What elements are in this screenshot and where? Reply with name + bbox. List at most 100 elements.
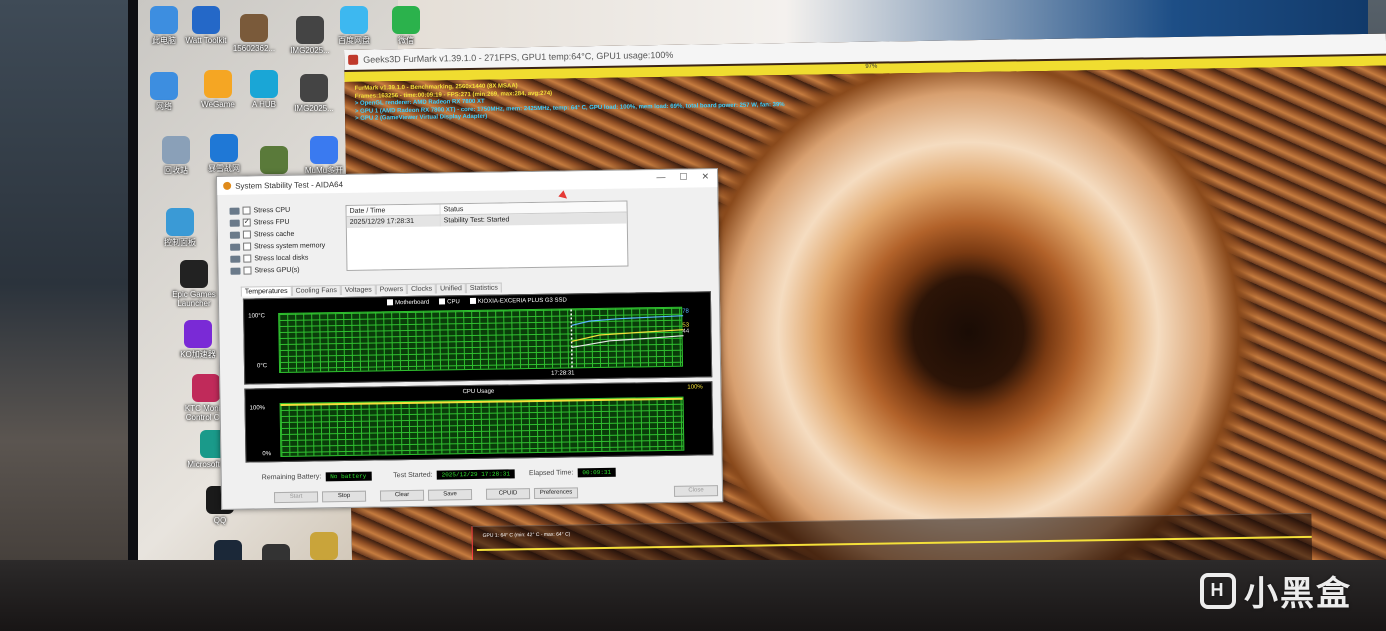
hardware-icon — [229, 207, 240, 215]
app-icon — [150, 72, 178, 100]
desktop-icon-label: 微信 — [398, 36, 414, 45]
app-icon — [392, 6, 420, 34]
app-icon — [192, 374, 220, 402]
app-icon — [250, 70, 278, 98]
stop-button[interactable]: Stop — [321, 490, 367, 503]
test-started-label: Test Started: — [393, 471, 433, 479]
temp-axis-top: 100°C — [248, 313, 266, 320]
preferences-button[interactable]: Preferences — [533, 487, 579, 500]
app-icon — [310, 136, 338, 164]
tab-voltages[interactable]: Voltages — [340, 284, 376, 296]
app-icon — [300, 74, 328, 102]
checkbox-icon[interactable] — [243, 266, 252, 275]
legend-motherboard[interactable]: Motherboard — [387, 299, 429, 307]
xiaoheihe-watermark: H 小黑盒 — [1200, 566, 1352, 615]
app-icon — [240, 14, 268, 42]
cpu-axis-top: 100% — [249, 405, 266, 412]
elapsed-time-value: 00:09:31 — [577, 467, 617, 477]
log-cell-datetime: 2025/12/29 17:28:31 — [346, 215, 441, 228]
start-button[interactable]: Start — [273, 491, 319, 504]
tab-clocks[interactable]: Clocks — [406, 283, 437, 295]
hardware-icon — [229, 219, 240, 227]
tab-powers[interactable]: Powers — [375, 284, 408, 295]
checkbox-icon[interactable] — [242, 206, 251, 215]
desktop-icon-label: QQ — [213, 516, 227, 525]
desktop-icon[interactable]: 网络 — [136, 72, 192, 111]
desktop-icon[interactable]: 控制面板 — [152, 208, 208, 247]
hardware-icon — [230, 267, 241, 275]
app-icon — [204, 70, 232, 98]
desktop-icon-label: 15602362... — [232, 44, 276, 53]
status-strip: Remaining Battery: No battery Test Start… — [262, 463, 722, 484]
app-icon — [180, 260, 208, 288]
app-icon — [184, 320, 212, 348]
checkbox-icon[interactable] — [243, 242, 252, 251]
desktop-icon-label: Epic Games Launcher — [172, 290, 216, 308]
log-header-datetime: Date / Time — [346, 204, 441, 216]
legend-ssd[interactable]: KIOXIA-EXCERIA PLUS G3 SSD — [469, 297, 567, 306]
cpuid-button[interactable]: CPUID — [485, 488, 531, 500]
checkbox-icon[interactable] — [243, 254, 252, 263]
stress-option-label: Stress CPU — [253, 206, 291, 214]
cpu-axis-bottom: 0% — [262, 451, 272, 458]
app-icon — [340, 6, 368, 34]
app-icon — [210, 134, 238, 162]
checkbox-icon — [469, 297, 476, 305]
desktop-icon-label: IMG2025... — [290, 46, 330, 55]
checkbox-icon[interactable]: ✓ — [242, 218, 251, 227]
checkbox-icon — [439, 298, 446, 305]
desktop-icon[interactable]: 15602362... — [226, 14, 282, 53]
app-icon — [166, 208, 194, 236]
desktop-icon[interactable]: Epic Games Launcher — [166, 260, 222, 308]
aida64-window[interactable]: System Stability Test - AIDA64 — ☐ ✕ Str… — [216, 168, 724, 510]
app-icon — [162, 136, 190, 164]
cpu-usage-value: 100% — [687, 384, 703, 391]
checkbox-icon[interactable] — [242, 230, 251, 239]
close-window-button[interactable]: ✕ — [701, 171, 709, 182]
stress-option-label: Stress local disks — [254, 254, 309, 262]
desktop-icon-label: 百度网盘 — [338, 36, 370, 45]
temperature-chart: Motherboard CPU KIOXIA-EXCERIA PLUS G3 S… — [242, 291, 713, 385]
desktop-icon-label: KO加速器 — [180, 350, 216, 359]
clear-button[interactable]: Clear — [379, 489, 425, 502]
legend-cpu[interactable]: CPU — [439, 298, 460, 305]
desktop-icon[interactable]: MuMu多开 — [296, 136, 352, 175]
desk-foreground — [0, 560, 1386, 631]
cpu-grid — [279, 396, 685, 458]
stress-option[interactable]: Stress GPU(s) — [230, 263, 350, 277]
aida64-title: System Stability Test - AIDA64 — [235, 179, 344, 191]
desktop-icon[interactable]: A HUB — [236, 70, 292, 109]
temp-grid — [278, 306, 684, 374]
legend-label: CPU — [447, 299, 460, 306]
desktop-icon-label: 网络 — [156, 102, 172, 111]
legend-label: KIOXIA-EXCERIA PLUS G3 SSD — [477, 297, 567, 305]
desktop-icon[interactable]: 微信 — [378, 6, 434, 45]
tab-unified[interactable]: Unified — [435, 283, 466, 294]
temp-axis-bottom: 0°C — [256, 363, 268, 370]
stress-option-label: Stress FPU — [253, 218, 290, 226]
minimize-button[interactable]: — — [656, 172, 665, 183]
desktop-icon-label: IMG2025... — [294, 104, 334, 113]
tab-statistics[interactable]: Statistics — [465, 282, 502, 294]
desktop-icon[interactable]: 暴雪战网 — [196, 134, 252, 173]
aida64-app-icon — [223, 181, 232, 190]
desktop-icon[interactable]: IMG2025... — [286, 74, 342, 113]
desktop-icon[interactable]: 百度网盘 — [326, 6, 382, 45]
cpu-usage-chart: CPU Usage 100% 0% 100% — [244, 381, 714, 463]
save-button[interactable]: Save — [427, 489, 473, 501]
temp-axis-time: 17:28:31 — [551, 370, 575, 377]
stress-option-label: Stress GPU(s) — [254, 266, 300, 274]
close-button[interactable]: Close — [673, 485, 719, 497]
log-table: Date / Time Status 2025/12/29 17:28:31 S… — [345, 200, 629, 271]
tab-cooling-fans[interactable]: Cooling Fans — [291, 285, 341, 296]
action-buttons: Start Stop Clear Save CPUID Preferences … — [272, 485, 722, 504]
tab-temperatures[interactable]: Temperatures — [240, 285, 292, 297]
hardware-icon — [230, 255, 241, 263]
temp-lines — [570, 309, 684, 370]
maximize-button[interactable]: ☐ — [679, 172, 687, 183]
app-icon — [310, 532, 338, 560]
stress-options: Stress CPU ✓ Stress FPU Stress cache Stress … — [229, 203, 350, 277]
furmark-graph-temp-line — [476, 535, 1312, 551]
app-icon — [150, 6, 178, 34]
checkbox-icon — [387, 299, 394, 306]
